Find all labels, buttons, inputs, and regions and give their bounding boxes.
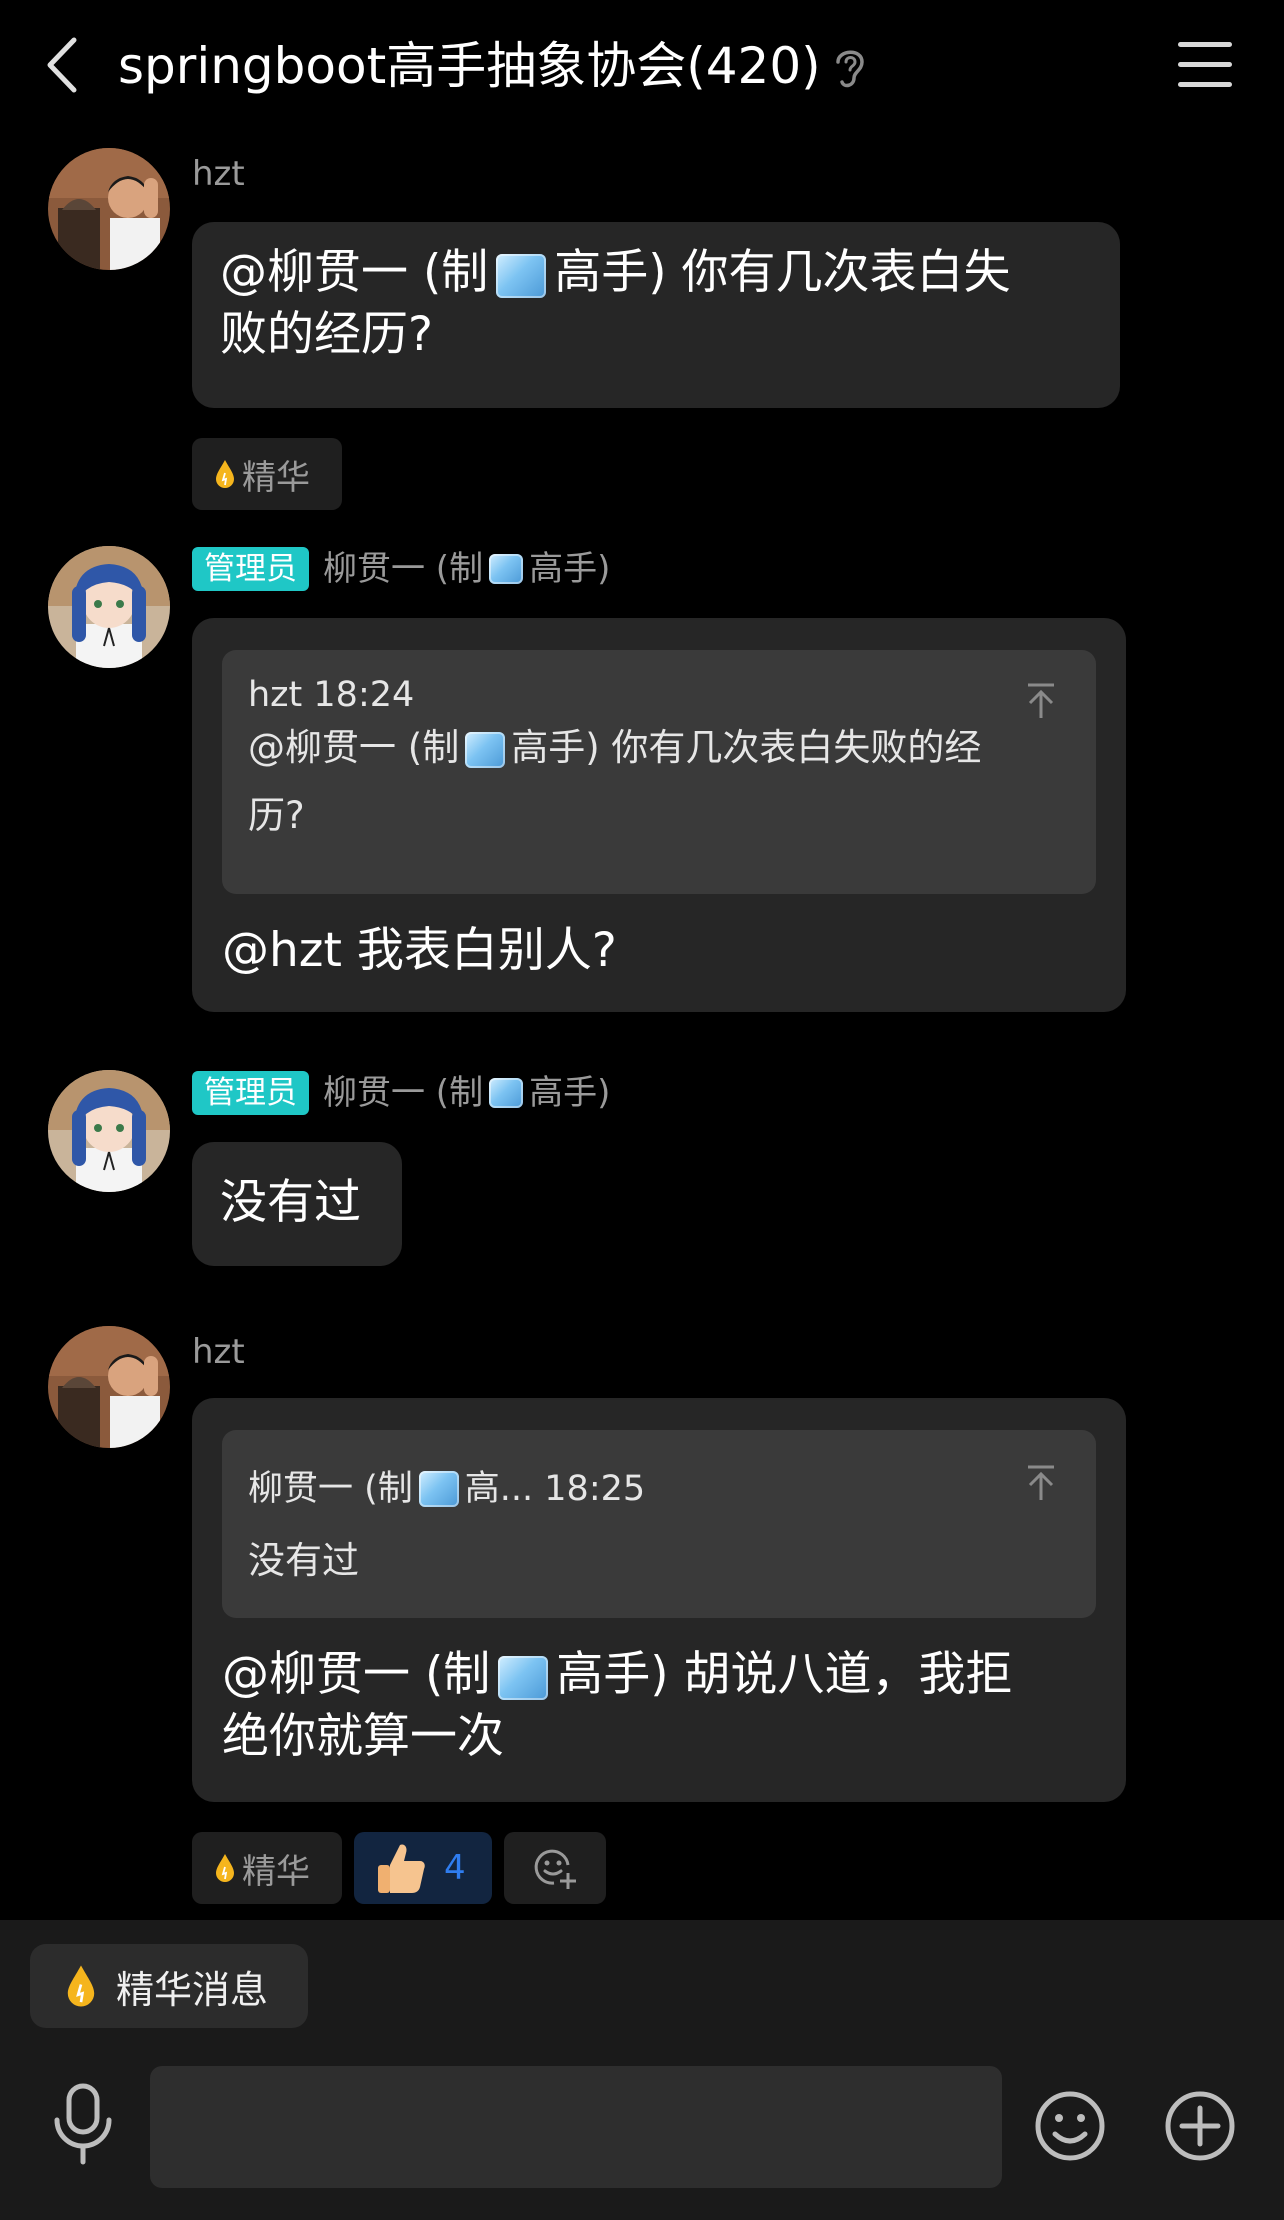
sender-row: 管理员 柳贯一 (制 高手) [192, 546, 610, 592]
sender-row: 管理员 柳贯一 (制 高手) [192, 1070, 610, 1116]
like-count: 4 [444, 1848, 466, 1888]
message-bubble[interactable]: 没有过 [192, 1142, 402, 1266]
plus-circle-icon[interactable] [1164, 2090, 1236, 2162]
sender-name: 柳贯一 (制 高手) [323, 1073, 611, 1113]
admin-badge: 管理员 [192, 547, 309, 591]
ice-cube-emoji [418, 1471, 459, 1507]
message-bubble[interactable]: @柳贯一 (制 高手) 你有几次表白失 败的经历? [192, 222, 1120, 408]
drop-icon [216, 460, 234, 488]
admin-badge: 管理员 [192, 1071, 309, 1115]
essence-messages-label: 精华消息 [116, 1967, 269, 2012]
sender-name: hzt [192, 1332, 245, 1372]
message-text: @柳贯一 (制 高手) 胡说八道，我拒 绝你就算一次 [222, 1647, 1013, 1764]
sender-name: hzt [192, 154, 245, 194]
microphone-icon[interactable] [50, 2082, 116, 2166]
quoted-message[interactable]: hzt 18:24 @柳贯一 (制 高手) 你有几次表白失败的经 历? [222, 650, 1096, 894]
ice-cube-emoji [489, 554, 524, 584]
avatar-hzt[interactable] [48, 1326, 170, 1448]
ice-cube-emoji [465, 731, 506, 768]
sender-name: 柳贯一 (制 高手) [323, 549, 611, 589]
smiley-icon[interactable] [1034, 2090, 1106, 2162]
essence-tag-label: 精华 [242, 457, 310, 498]
drop-icon [216, 1854, 234, 1882]
message-text: 没有过 [220, 1175, 361, 1230]
avatar-hzt[interactable] [48, 148, 170, 270]
chat-title[interactable]: springboot高手抽象协会(420) [118, 30, 821, 102]
avatar-liuguanyi[interactable] [48, 1070, 170, 1192]
chat-input-bar: 精华消息 [0, 1920, 1284, 2220]
add-reaction-button[interactable] [504, 1832, 606, 1904]
hamburger-menu-icon[interactable] [1178, 42, 1232, 88]
quote-body: @柳贯一 (制 高手) 你有几次表白失败的经 历? [248, 726, 982, 837]
thumbs-up-emoji [378, 1844, 425, 1893]
message-input[interactable] [150, 2066, 1002, 2188]
ice-cube-emoji [489, 1078, 524, 1108]
quoted-message[interactable]: 柳贯一 (制 高... 18:25 没有过 [222, 1430, 1096, 1618]
avatar-liuguanyi[interactable] [48, 546, 170, 668]
quote-header: hzt 18:24 [248, 675, 415, 715]
essence-tag-label: 精华 [242, 1851, 310, 1892]
like-reaction[interactable]: 4 [354, 1832, 492, 1904]
message-text: @hzt 我表白别人? [222, 923, 617, 978]
essence-messages-button[interactable]: 精华消息 [30, 1944, 308, 2028]
message-bubble[interactable]: 柳贯一 (制 高... 18:25 没有过 @柳贯一 (制 高手) 胡说八道，我拒绝… [192, 1398, 1126, 1802]
essence-tag[interactable]: 精华 [192, 438, 342, 510]
ice-cube-emoji [496, 253, 547, 298]
drop-icon [67, 1965, 95, 2007]
chat-header: springboot高手抽象协会(420) [0, 0, 1284, 132]
ear-icon[interactable] [830, 44, 870, 90]
quote-body: 没有过 [248, 1539, 359, 1582]
message-bubble[interactable]: hzt 18:24 @柳贯一 (制 高手) 你有几次表白失败的经 历? @hzt 我… [192, 618, 1126, 1012]
arrow-up-to-top-icon[interactable] [1024, 1464, 1058, 1502]
ice-cube-emoji [498, 1655, 549, 1700]
chevron-left-icon[interactable] [40, 34, 90, 96]
quote-header: 柳贯一 (制 高... 18:25 [248, 1469, 646, 1509]
essence-tag[interactable]: 精华 [192, 1832, 342, 1904]
add-emoji-icon [534, 1849, 576, 1889]
message-text: @柳贯一 (制 高手) 你有几次表白失 败的经历? [220, 245, 1011, 362]
